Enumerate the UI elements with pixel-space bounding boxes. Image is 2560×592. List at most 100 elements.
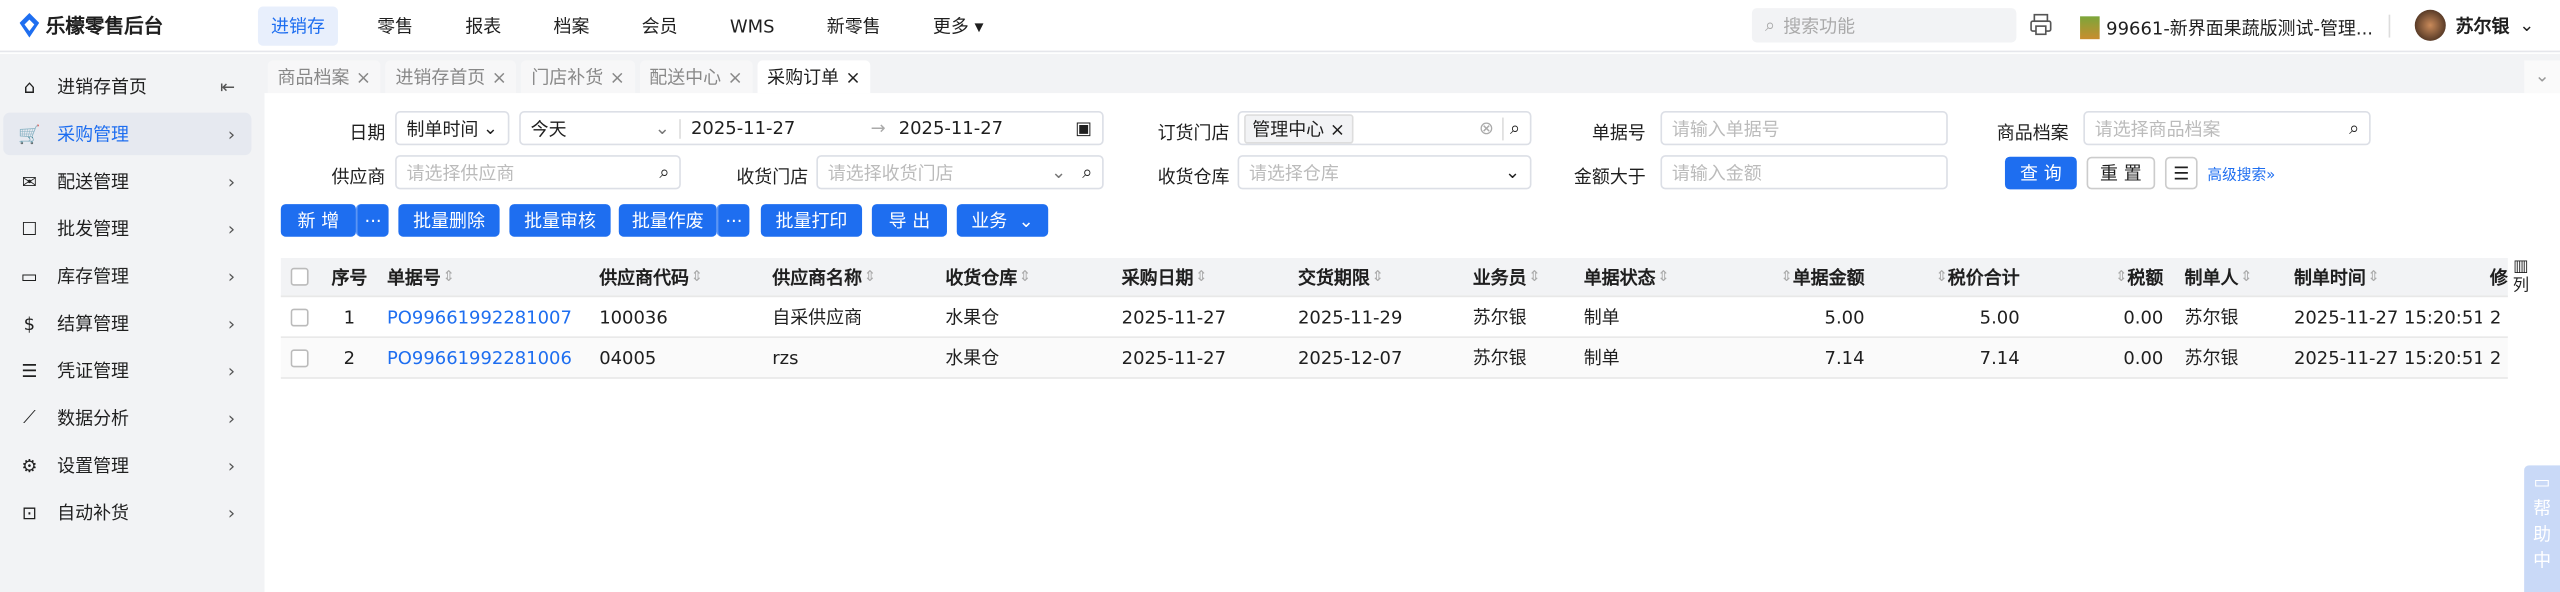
date-type-select[interactable]: 制单时间 ⌄ xyxy=(395,111,510,146)
column-header[interactable]: 序号 xyxy=(331,264,367,290)
date-range-picker[interactable]: 今天 ⌄ 2025-11-27 → 2025-11-27 ▣ xyxy=(519,111,1104,146)
sort-icon[interactable]: ⇕ xyxy=(2240,269,2252,285)
close-icon[interactable]: × xyxy=(356,66,371,87)
date-start[interactable]: 2025-11-27 xyxy=(691,118,871,139)
sort-icon[interactable]: ⇕ xyxy=(1019,269,1031,285)
collapse-sidebar-icon[interactable]: ⇤ xyxy=(220,76,235,97)
close-icon[interactable]: × xyxy=(610,66,625,87)
add-more-button[interactable]: ··· xyxy=(355,204,389,237)
close-icon[interactable]: × xyxy=(492,66,507,87)
sort-icon[interactable]: ⇕ xyxy=(1657,269,1669,285)
sidebar-item[interactable]: ▭ 库存管理 › xyxy=(3,255,251,297)
printer-icon[interactable] xyxy=(2029,13,2052,41)
filter-settings-icon[interactable]: ☰ xyxy=(2164,156,2198,190)
tag-close-icon[interactable]: × xyxy=(1330,118,1345,139)
table-row[interactable]: 1 PO99661992281007 100036 自采供应商 水果仓 2025-11-2… xyxy=(280,297,2508,338)
column-header[interactable]: 修 xyxy=(2490,264,2508,290)
batch-print-button[interactable]: 批量打印 xyxy=(760,204,863,237)
column-header[interactable]: 交货期限 xyxy=(1298,264,1370,290)
add-button[interactable]: 新 增 xyxy=(280,204,356,237)
tabs-dropdown-icon[interactable]: ⌄ xyxy=(2524,60,2560,94)
column-header[interactable]: 采购日期 xyxy=(1122,264,1194,290)
export-button[interactable]: 导 出 xyxy=(871,204,947,237)
supplier-select[interactable]: 请选择供应商 ⌕ xyxy=(395,155,681,190)
batch-delete-button[interactable]: 批量删除 xyxy=(398,204,500,237)
column-header[interactable]: 单据金额 xyxy=(1793,264,1865,290)
page-tab[interactable]: 进销存首页 × xyxy=(385,60,517,94)
order-store-select[interactable]: 管理中心 × ⊗ ⌕ xyxy=(1237,111,1532,146)
page-tab[interactable]: 采购订单 × xyxy=(757,60,871,94)
sidebar-item[interactable]: ✉ 配送管理 › xyxy=(3,160,251,202)
page-tab[interactable]: 配送中心 × xyxy=(639,60,753,94)
sort-icon[interactable]: ⇕ xyxy=(1371,269,1383,285)
function-search-input[interactable]: ⌕ 搜索功能 xyxy=(1751,8,2017,43)
cell[interactable]: PO99661992281006 xyxy=(387,347,572,368)
sidebar-item[interactable]: 🛒 采购管理 › xyxy=(3,112,252,156)
amount-input[interactable]: 请输入金额 xyxy=(1660,155,1948,190)
advanced-search-link[interactable]: 高级搜索» xyxy=(2207,163,2275,184)
business-dropdown[interactable]: 业务 ⌄ xyxy=(956,204,1049,237)
sort-icon[interactable]: ⇕ xyxy=(442,269,454,285)
column-header[interactable]: 单据号 xyxy=(387,264,441,290)
sort-icon[interactable]: ⇕ xyxy=(1935,269,1947,285)
sidebar-item[interactable]: ⌂ 进销存首页 ⇤ xyxy=(3,65,251,107)
sort-icon[interactable]: ⇕ xyxy=(864,269,876,285)
nav-inventory[interactable]: 进销存 xyxy=(257,5,338,45)
batch-audit-button[interactable]: 批量审核 xyxy=(509,204,611,237)
clear-icon[interactable]: ⊗ xyxy=(1479,118,1494,139)
app-logo[interactable]: 乐檬零售后台 xyxy=(19,11,258,39)
sidebar-item[interactable]: $ 结算管理 › xyxy=(3,302,251,344)
sort-icon[interactable]: ⇕ xyxy=(1195,269,1207,285)
column-header[interactable]: 业务员 xyxy=(1473,264,1527,290)
sidebar-item[interactable]: ☰ 凭证管理 › xyxy=(3,349,251,391)
column-header[interactable]: 税价合计 xyxy=(1948,264,2020,290)
column-header[interactable]: 收货仓库 xyxy=(945,264,1017,290)
sidebar-item[interactable]: ⚙ 设置管理 › xyxy=(3,444,251,486)
nav-more[interactable]: 更多 ▾ xyxy=(920,6,997,45)
page-tab[interactable]: 门店补货 × xyxy=(521,60,635,94)
row-checkbox[interactable] xyxy=(290,348,309,367)
sort-icon[interactable]: ⇕ xyxy=(1780,269,1792,285)
column-header[interactable]: 制单时间 xyxy=(2294,264,2366,290)
column-header[interactable]: 供应商名称 xyxy=(772,264,862,290)
store-selector[interactable]: 99661-新界面果蔬版测试-管理... xyxy=(2080,15,2373,41)
cell[interactable]: PO99661992281007 xyxy=(387,306,572,327)
recv-store-select[interactable]: 请选择收货门店 ⌄ ⌕ xyxy=(816,155,1104,190)
table-row[interactable]: 2 PO99661992281006 04005 rzs 水果仓 2025-11-27 20… xyxy=(280,337,2508,379)
batch-void-button[interactable]: 批量作废 xyxy=(618,204,717,237)
page-tab[interactable]: 商品档案 × xyxy=(267,60,381,94)
cell: 水果仓 xyxy=(945,347,1000,369)
nav-archives[interactable]: 档案 xyxy=(540,6,602,45)
column-header[interactable]: 单据状态 xyxy=(1584,264,1656,290)
sort-icon[interactable]: ⇕ xyxy=(691,269,703,285)
date-end[interactable]: 2025-11-27 xyxy=(899,118,1003,139)
user-menu[interactable]: 苏尔银 ⌄ xyxy=(2414,9,2534,41)
column-header[interactable]: 制单人 xyxy=(2185,264,2239,290)
row-checkbox[interactable] xyxy=(290,307,309,326)
column-settings-button[interactable]: ▥ 列 xyxy=(2509,258,2532,297)
sidebar-item[interactable]: ⊡ 自动补货 › xyxy=(3,491,251,533)
sidebar-item[interactable]: ⟋ 数据分析 › xyxy=(3,397,251,439)
query-button[interactable]: 查 询 xyxy=(2004,156,2077,190)
void-more-button[interactable]: ··· xyxy=(716,204,750,237)
doc-no-input[interactable]: 请输入单据号 xyxy=(1660,111,1948,146)
nav-reports[interactable]: 报表 xyxy=(452,6,514,45)
help-center-button[interactable]: ▭ 帮助中 xyxy=(2524,465,2560,592)
close-icon[interactable]: × xyxy=(728,66,743,87)
sort-icon[interactable]: ⇕ xyxy=(2115,269,2127,285)
sidebar-item[interactable]: ☐ 批发管理 › xyxy=(3,207,251,249)
row-checkbox[interactable] xyxy=(290,267,309,286)
product-select[interactable]: 请选择商品档案 ⌕ xyxy=(2083,111,2371,146)
nav-retail[interactable]: 零售 xyxy=(364,6,426,45)
nav-wms[interactable]: WMS xyxy=(717,9,788,43)
date-range-select[interactable]: 今天 xyxy=(531,115,645,141)
close-icon[interactable]: × xyxy=(846,66,861,87)
column-header[interactable]: 供应商代码 xyxy=(599,264,689,290)
sort-icon[interactable]: ⇕ xyxy=(2367,269,2379,285)
nav-members[interactable]: 会员 xyxy=(629,6,691,45)
reset-button[interactable]: 重 置 xyxy=(2086,156,2156,190)
nav-new-retail[interactable]: 新零售 xyxy=(814,6,894,45)
column-header[interactable]: 税额 xyxy=(2127,264,2163,290)
warehouse-select[interactable]: 请选择仓库 ⌄ xyxy=(1237,155,1532,190)
sort-icon[interactable]: ⇕ xyxy=(1528,269,1540,285)
